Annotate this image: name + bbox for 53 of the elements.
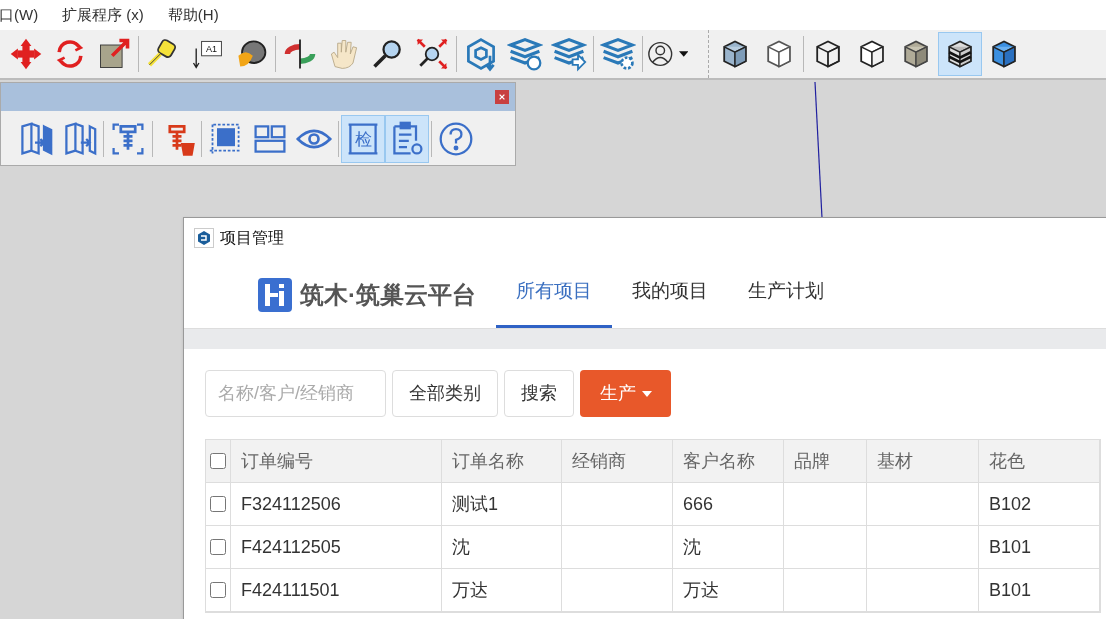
nav-tab[interactable]: 我的项目 [612,258,728,328]
table-cell-text: B102 [989,492,1032,516]
table-cell-text: 万达 [683,578,719,602]
screw-frame-icon [110,120,146,157]
table-cell-text: 沈 [452,535,470,559]
close-button[interactable] [495,90,509,104]
layers-sync-icon [507,36,543,72]
app-icon [194,228,214,248]
row-checkbox[interactable] [210,582,226,598]
text-tool-label: A1 [206,44,217,55]
check-icon-label: 检 [354,129,372,149]
row-checkbox[interactable] [210,496,226,512]
text-tool-button[interactable]: A1 [185,32,229,76]
column-header: 品牌 [794,449,830,473]
layers-gear-icon [600,36,636,72]
zoom-extents-icon [414,36,450,72]
select-all-checkbox[interactable] [210,453,226,469]
move-icon [8,36,44,72]
column-header: 订单编号 [241,449,313,473]
table-cell-text: B101 [989,535,1032,559]
window-title: 项目管理 [220,228,284,248]
category-button[interactable]: 全部类别 [392,370,498,417]
help-icon [438,120,474,157]
table-cell-text: F424112505 [241,535,341,559]
column-header: 花色 [989,449,1025,473]
close-icon [498,93,506,101]
table-cell-text: 测试1 [452,492,498,516]
table-cell-text: 沈 [683,535,701,559]
table-cell-text: 万达 [452,578,488,602]
table-cell-text: B101 [989,578,1032,602]
table-cell-text: F324112506 [241,492,341,516]
menu-item[interactable]: 帮助(H) [167,3,219,27]
search-field[interactable]: 名称/客户/经销商 [205,370,386,417]
column-header: 客户名称 [683,449,755,473]
row-checkbox[interactable] [210,539,226,555]
check-label-tool-button[interactable]: 检 [341,114,385,163]
layers-export-icon [551,36,587,72]
table-cell-text: 666 [683,492,714,516]
brand-name: 筑木·筑巢云平台 [300,280,476,310]
caret-icon [678,50,688,58]
logo-icon [258,278,292,312]
search-button[interactable]: 搜索 [504,370,574,417]
cube-striped-tool-button[interactable] [938,32,982,76]
menu-item[interactable]: 扩展程序 (x) [62,3,144,27]
menu-item[interactable]: 口(W) [0,3,39,27]
column-header: 订单名称 [452,449,524,473]
table-cell-text: F424111501 [241,578,340,602]
column-header: 经销商 [572,449,626,473]
caret-icon [641,390,652,397]
column-header: 基材 [877,449,913,473]
nav-tab[interactable]: 生产计划 [728,258,844,328]
production-button[interactable]: 生产 [580,370,671,417]
clipboard-gear-tool-button[interactable] [385,114,429,163]
